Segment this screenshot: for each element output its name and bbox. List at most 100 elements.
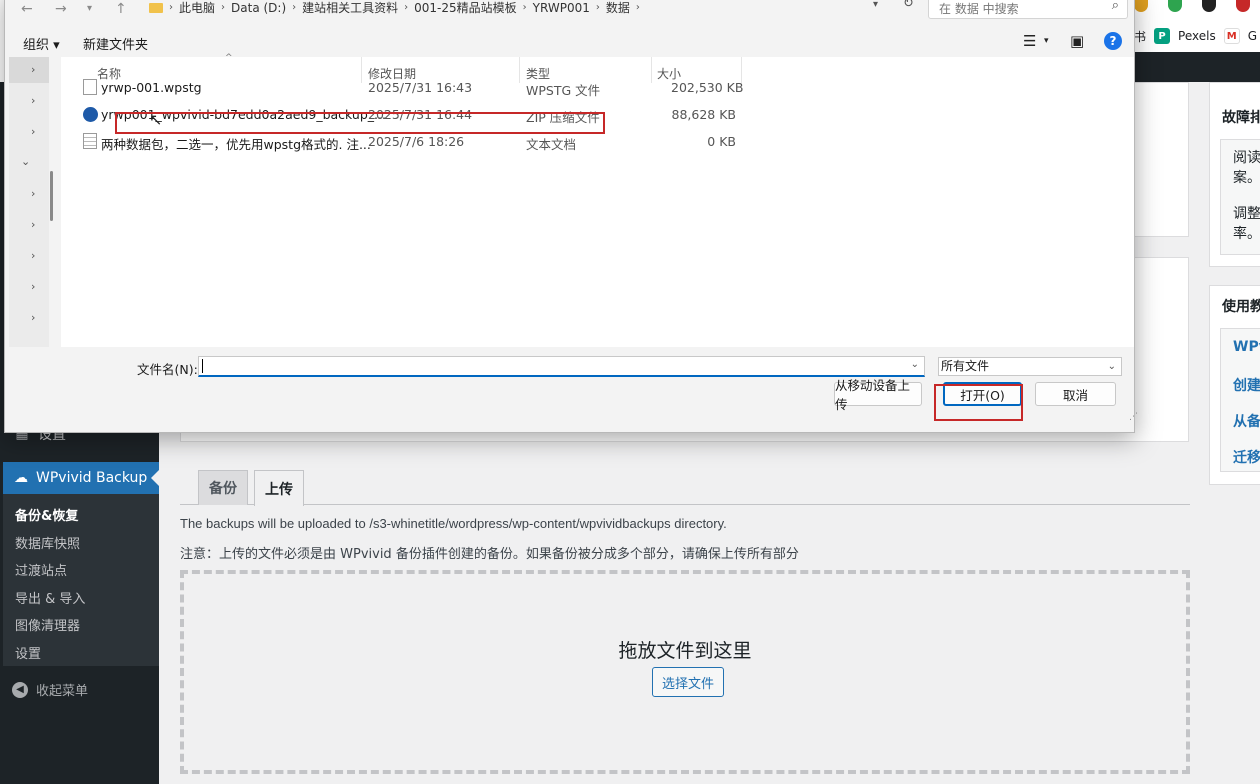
back-arrow-icon[interactable]: ← [21,1,33,17]
file-name: 两种数据包，二选一，优先用wpstg格式的. 注... [101,137,371,152]
side-text: 率。 [1233,226,1260,242]
dropzone-title: 拖放文件到这里 [618,640,752,662]
chevron-right-icon: › [292,2,297,13]
file-name: yrwp-001.wpstg [101,80,202,95]
chevron-right-icon[interactable]: › [31,218,35,231]
breadcrumb: › 此电脑 › Data (D:) › 建站相关工具资料 › 001-25精品站… [149,0,640,16]
upload-dropzone[interactable]: 拖放文件到这里 选择文件 [180,570,1190,774]
file-size: 0 KB [707,134,736,149]
file-type-select[interactable]: 所有文件 ⌄ [938,357,1122,376]
search-input[interactable]: 在 数据 中搜索 ⌕ [928,0,1128,19]
search-placeholder: 在 数据 中搜索 [939,2,1019,16]
tab-backup[interactable]: 备份 [198,470,248,505]
upload-directory-text: The backups will be uploaded to /s3-whin… [180,516,727,531]
navigation-pane: › › › ⌄ › › › › › [9,57,49,347]
file-type: 文本文档 [526,137,577,152]
tab-upload[interactable]: 上传 [254,470,304,506]
breadcrumb-item[interactable]: 建站相关工具资料 [302,0,398,16]
submenu-staging[interactable]: 过渡站点 [15,560,67,579]
side-text: 阅读 [1233,150,1260,166]
chevron-right-icon[interactable]: › [31,125,35,138]
breadcrumb-item[interactable]: 数据 [606,0,630,16]
folder-icon [149,2,163,13]
file-size: 202,530 KB [671,80,744,95]
bookmark-item[interactable]: G [1248,29,1257,43]
backup-tabs: 备份 上传 [180,470,1190,506]
submenu-backup-restore[interactable]: 备份&恢复 [15,505,78,524]
annotation-highlight-file [115,112,605,134]
refresh-icon[interactable]: ↻ [903,0,914,11]
chevron-right-icon: › [595,2,600,13]
view-dropdown-icon[interactable]: ▾ [1044,36,1049,46]
extension-icon[interactable] [1134,0,1148,12]
file-type: WPSTG 文件 [526,83,601,98]
side-text: 案。 [1233,170,1260,186]
tutorial-link[interactable]: WPvi [1233,339,1260,355]
resize-grip-icon[interactable]: ⋰ [1129,412,1138,422]
side-panel-title: 使用教 [1222,299,1260,315]
chevron-right-icon[interactable]: › [31,187,35,200]
cancel-button[interactable]: 取消 [1035,382,1116,406]
mouse-cursor-icon: ↖ [149,110,163,129]
side-panel-troubleshoot: 故障排 阅读 案。 调整 率。 [1209,82,1260,267]
collapse-menu-button[interactable]: ◀ 收起菜单 [12,680,88,699]
view-options-icon[interactable]: ☰ [1023,32,1036,50]
submenu-db-snapshot[interactable]: 数据库快照 [15,533,80,552]
extension-icon[interactable] [1236,0,1250,12]
file-open-dialog: ← → ▾ ↑ › 此电脑 › Data (D:) › 建站相关工具资料 › 0… [4,0,1138,433]
submenu-settings[interactable]: 设置 [15,643,41,662]
file-row[interactable]: yrwp-001.wpstg 2025/7/31 16:43 WPSTG 文件 … [61,74,761,100]
address-row: ← → ▾ ↑ › 此电脑 › Data (D:) › 建站相关工具资料 › 0… [5,0,1134,27]
chevron-right-icon: › [169,2,173,13]
breadcrumb-item[interactable]: 001-25精品站模板 [414,0,517,16]
extension-icon[interactable] [1168,0,1182,12]
nav-selected-row[interactable] [9,57,49,83]
breadcrumb-item[interactable]: YRWP001 [533,1,590,15]
submenu-export-import[interactable]: 导出 & 导入 [15,588,85,607]
select-files-button[interactable]: 选择文件 [652,667,724,697]
file-list: ^ 名称 修改日期 类型 大小 yrwp-001.wpstg 2025/7/31… [61,53,1134,347]
bookmark-item[interactable]: Pexels [1178,29,1216,43]
address-dropdown-icon[interactable]: ▾ [873,0,878,10]
organize-button[interactable]: 组织 ▾ [23,34,60,53]
breadcrumb-item[interactable]: 此电脑 [179,0,215,16]
upload-from-mobile-button[interactable]: 从移动设备上传 [834,378,922,412]
tutorial-link[interactable]: 从备 [1233,411,1260,431]
menu-item-wpvivid-backup[interactable]: ☁ WPvivid Backup [3,462,159,494]
recent-chevron-icon[interactable]: ▾ [87,3,92,14]
breadcrumb-item[interactable]: Data (D:) [231,1,286,15]
gmail-icon: M [1223,28,1240,44]
up-arrow-icon[interactable]: ↑ [115,1,127,17]
zip-archive-icon [83,107,98,122]
submenu-image-cleaner[interactable]: 图像清理器 [15,615,80,634]
help-icon[interactable]: ? [1104,32,1122,50]
file-icon [83,79,97,95]
chevron-right-icon[interactable]: › [31,63,35,76]
file-date: 2025/7/6 18:26 [368,134,465,149]
chevron-right-icon[interactable]: › [31,249,35,262]
tutorial-link[interactable]: 迁移 [1233,447,1260,467]
chevron-down-icon[interactable]: ⌄ [21,155,30,168]
text-file-icon [83,133,97,149]
filename-input[interactable]: ⌄ [198,356,925,377]
cloud-icon: ☁ [14,470,28,486]
pexels-icon: P [1154,28,1171,44]
sort-ascending-icon: ^ [225,53,233,63]
browser-extensions [1134,0,1260,12]
chevron-right-icon[interactable]: › [31,311,35,324]
extension-icon[interactable] [1202,0,1216,12]
chevron-down-icon[interactable]: ⌄ [911,359,919,370]
text-caret [202,359,203,373]
preview-pane-icon[interactable]: ▣ [1070,32,1084,50]
chevron-right-icon[interactable]: › [31,94,35,107]
tutorial-link[interactable]: 创建 [1233,375,1260,395]
forward-arrow-icon[interactable]: → [55,1,67,17]
bookmark-item[interactable]: 书 [1134,28,1146,45]
annotation-highlight-open [934,384,1023,421]
nav-scrollbar[interactable] [50,171,53,221]
side-panel-inner: 阅读 案。 调整 率。 [1220,139,1260,255]
wpvivid-submenu: 备份&恢复 数据库快照 过渡站点 导出 & 导入 图像清理器 设置 [3,494,159,666]
new-folder-button[interactable]: 新建文件夹 [83,34,148,53]
chevron-right-icon[interactable]: › [31,280,35,293]
bookmarks-bar: 书 P Pexels M G [1134,22,1257,50]
